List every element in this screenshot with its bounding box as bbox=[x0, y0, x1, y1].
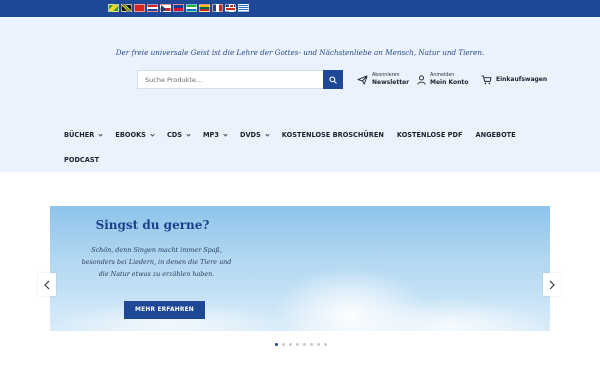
flag-greece-icon[interactable] bbox=[238, 4, 249, 12]
site-tagline: Der freie universale Geist ist die Lehre… bbox=[115, 48, 485, 57]
flag-brazil-icon[interactable] bbox=[108, 4, 119, 12]
slider-pagination bbox=[275, 343, 327, 346]
slide-text-line: die Natur etwas zu erzählen haben. bbox=[98, 270, 215, 279]
nav-item-cds[interactable]: CDS bbox=[166, 131, 191, 139]
top-bar bbox=[0, 0, 600, 17]
slide-text-line: Schön, denn Singen macht immer Spaß, bbox=[91, 246, 222, 254]
language-switcher bbox=[108, 4, 249, 13]
search-button[interactable] bbox=[323, 70, 343, 89]
slide-text-line: besonders bei Liedern, in denen die Tier… bbox=[81, 258, 232, 267]
nav-row: BÜCHER EBOOKS CDS MP3 DVDS KOSTENLOSE BR… bbox=[64, 129, 544, 141]
slider-next-button[interactable] bbox=[543, 273, 561, 296]
slider-dot[interactable] bbox=[275, 343, 278, 346]
site-header: Der freie universale Geist ist die Lehre… bbox=[0, 17, 600, 172]
product-search bbox=[137, 70, 343, 89]
nav-item-label: EBOOKS bbox=[115, 131, 146, 139]
learn-more-button[interactable]: MEHR ERFAHREN bbox=[124, 301, 205, 319]
chevron-left-icon bbox=[44, 280, 50, 289]
cart-icon bbox=[481, 74, 492, 84]
newsletter-link[interactable]: Abonnieren Newsletter bbox=[357, 70, 409, 89]
nav-item-dvds[interactable]: DVDS bbox=[239, 131, 270, 139]
flag-lithuania-icon[interactable] bbox=[199, 4, 210, 12]
nav-item-mp3[interactable]: MP3 bbox=[203, 131, 228, 139]
flag-uk-icon[interactable] bbox=[225, 4, 236, 12]
nav-item-label: KOSTENLOSE BROSCHÜREN bbox=[281, 131, 384, 139]
nav-item-label: BÜCHER bbox=[64, 131, 95, 139]
nav-item-label: DVDS bbox=[239, 131, 261, 139]
slider-dot[interactable] bbox=[310, 343, 313, 346]
slider-dot[interactable] bbox=[296, 343, 299, 346]
flag-croatia-icon[interactable] bbox=[147, 4, 158, 12]
flag-jamaica-icon[interactable] bbox=[121, 4, 132, 12]
flag-france-icon[interactable] bbox=[212, 4, 223, 12]
chevron-down-icon bbox=[265, 131, 270, 137]
account-label: Mein Konto bbox=[430, 78, 469, 86]
chevron-right-icon bbox=[549, 280, 555, 289]
slide-title: Singst du gerne? bbox=[95, 218, 210, 232]
slider-dot[interactable] bbox=[289, 343, 292, 346]
slider-dot[interactable] bbox=[303, 343, 306, 346]
paper-plane-icon bbox=[357, 74, 368, 85]
nav-row: PODCAST bbox=[64, 154, 544, 166]
flag-sierra-leone-icon[interactable] bbox=[186, 4, 197, 12]
nav-item-label: PODCAST bbox=[64, 156, 100, 164]
user-icon bbox=[417, 74, 426, 85]
chevron-down-icon bbox=[98, 131, 103, 137]
nav-item-angebote[interactable]: ANGEBOTE bbox=[476, 131, 516, 139]
hero-slide: Singst du gerne? Schön, denn Singen mach… bbox=[50, 206, 550, 331]
nav-item-label: CDS bbox=[166, 131, 182, 139]
flag-haiti-icon[interactable] bbox=[173, 4, 184, 12]
chevron-down-icon bbox=[223, 131, 228, 137]
nav-item-label: MP3 bbox=[203, 131, 219, 139]
main-navigation: BÜCHER EBOOKS CDS MP3 DVDS KOSTENLOSE BR… bbox=[64, 129, 544, 166]
nav-item-label: KOSTENLOSE PDF bbox=[396, 131, 463, 139]
nav-item-kostenlose-pdf[interactable]: KOSTENLOSE PDF bbox=[397, 131, 463, 139]
flag-czech-icon[interactable] bbox=[160, 4, 171, 13]
cart-label: Einkaufswagen bbox=[496, 76, 548, 83]
slider-dot[interactable] bbox=[317, 343, 320, 346]
nav-item-buecher[interactable]: BÜCHER bbox=[64, 131, 103, 139]
nav-item-podcast[interactable]: PODCAST bbox=[64, 156, 99, 164]
slider-prev-button[interactable] bbox=[38, 273, 56, 296]
slide-text: Schön, denn Singen macht immer Spaß, bes… bbox=[64, 244, 249, 281]
slider-dot[interactable] bbox=[324, 343, 327, 346]
nav-item-ebooks[interactable]: EBOOKS bbox=[115, 131, 155, 139]
cart-link[interactable]: Einkaufswagen bbox=[481, 70, 547, 89]
nav-item-kostenlose-broschueren[interactable]: KOSTENLOSE BROSCHÜREN bbox=[282, 131, 384, 139]
newsletter-label: Newsletter bbox=[372, 78, 410, 86]
account-link[interactable]: Anmelden Mein Konto bbox=[417, 70, 468, 89]
chevron-down-icon bbox=[150, 131, 155, 137]
nav-item-label: ANGEBOTE bbox=[475, 131, 516, 139]
flag-china-icon[interactable] bbox=[134, 4, 145, 12]
slider-dot[interactable] bbox=[282, 343, 285, 346]
search-icon bbox=[329, 75, 337, 84]
search-input[interactable] bbox=[137, 70, 323, 89]
chevron-down-icon bbox=[186, 131, 191, 137]
